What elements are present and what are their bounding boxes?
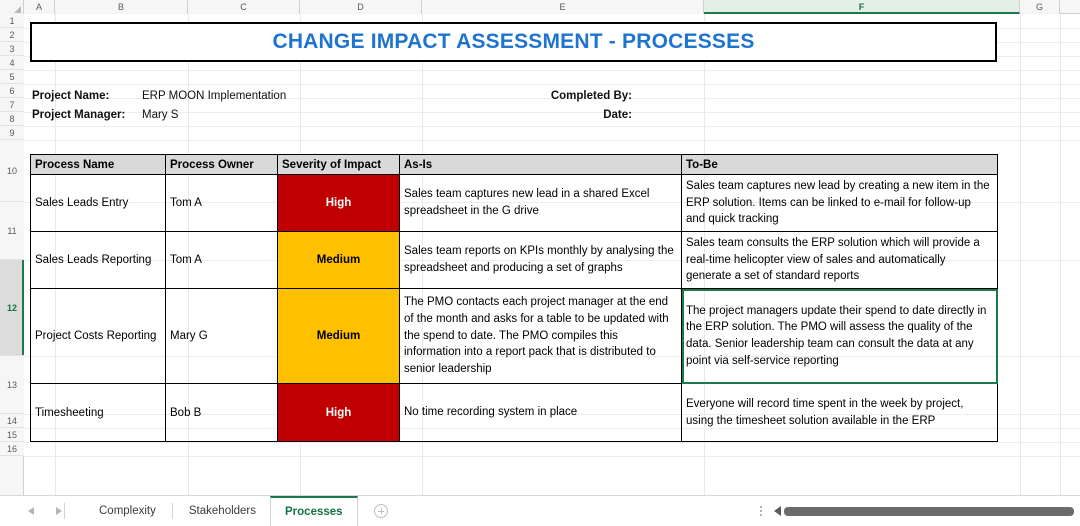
row-header-strip: 1 2 3 4 5 6 7 8 9 10 11 12 13 14 15 16 xyxy=(0,14,24,495)
cell-to-be[interactable]: The project managers update their spend … xyxy=(681,288,998,385)
column-header-f[interactable]: F xyxy=(704,0,1020,14)
table-row: Sales Leads Reporting Tom A Medium Sales te… xyxy=(30,231,998,290)
sheet-tab-bar: Complexity Stakeholders Processes xyxy=(0,495,1080,526)
table-row: Project Costs Reporting Mary G Medium The P… xyxy=(30,288,998,385)
cell-to-be[interactable]: Sales team captures new lead by creating… xyxy=(681,173,998,233)
grid-hline xyxy=(24,456,1080,457)
title-banner[interactable]: CHANGE IMPACT ASSESSMENT - PROCESSES xyxy=(30,22,997,62)
grid-hline xyxy=(24,140,1080,141)
more-options-icon[interactable] xyxy=(760,506,762,516)
cell-process-name[interactable]: Project Costs Reporting xyxy=(30,288,166,385)
right-arrow-icon[interactable] xyxy=(56,507,62,515)
cell-severity[interactable]: High xyxy=(277,383,400,443)
sheet-tab-complexity[interactable]: Complexity xyxy=(85,496,170,526)
grid-hline xyxy=(24,442,1080,443)
project-manager-row: Project Manager: Mary S Date: xyxy=(32,109,1032,128)
cell-as-is[interactable]: The PMO contacts each project manager at… xyxy=(399,288,682,385)
project-name-label: Project Name: xyxy=(32,90,110,102)
select-all-triangle-icon xyxy=(14,6,21,13)
scroll-left-arrow-icon[interactable] xyxy=(774,506,781,516)
page-title: CHANGE IMPACT ASSESSMENT - PROCESSES xyxy=(272,30,755,53)
row-header-1[interactable]: 1 xyxy=(0,14,24,28)
cell-severity[interactable]: High xyxy=(277,173,400,233)
row-header-6[interactable]: 6 xyxy=(0,84,24,98)
project-name-value[interactable]: ERP MOON Implementation xyxy=(142,90,472,102)
cell-as-is[interactable]: Sales team captures new lead in a shared… xyxy=(399,173,682,233)
header-process-name[interactable]: Process Name xyxy=(30,154,166,175)
grid-vline xyxy=(1020,14,1021,495)
row-header-7[interactable]: 7 xyxy=(0,98,24,112)
row-header-10[interactable]: 10 xyxy=(0,140,24,202)
hscroll-track[interactable] xyxy=(784,506,1074,516)
row-header-5[interactable]: 5 xyxy=(0,70,24,84)
bottom-right-controls xyxy=(760,506,1080,516)
column-header-c[interactable]: C xyxy=(188,0,300,14)
row-header-11[interactable]: 11 xyxy=(0,202,24,260)
column-header-g[interactable]: G xyxy=(1020,0,1060,14)
row-header-3[interactable]: 3 xyxy=(0,42,24,56)
cell-process-name[interactable]: Timesheeting xyxy=(30,383,166,443)
left-arrow-icon[interactable] xyxy=(28,507,34,515)
project-manager-label: Project Manager: xyxy=(32,109,126,121)
sheet-tab-processes[interactable]: Processes xyxy=(270,495,358,526)
cell-to-be[interactable]: Everyone will record time spent in the w… xyxy=(681,383,998,443)
column-header-a[interactable]: A xyxy=(24,0,55,14)
row-header-12[interactable]: 12 xyxy=(0,260,24,356)
project-name-row: Project Name: ERP MOON Implementation Co… xyxy=(32,90,1032,109)
sheet-tabs: Complexity Stakeholders Processes xyxy=(85,495,358,526)
cell-process-name[interactable]: Sales Leads Reporting xyxy=(30,231,166,290)
horizontal-scrollbar[interactable] xyxy=(774,506,1074,516)
cell-process-name[interactable]: Sales Leads Entry xyxy=(30,173,166,233)
hscroll-thumb[interactable] xyxy=(784,506,1074,516)
grid-hline xyxy=(24,84,1080,85)
plus-circle-icon xyxy=(373,504,388,518)
cell-as-is[interactable]: Sales team reports on KPIs monthly by an… xyxy=(399,231,682,290)
cell-severity[interactable]: Medium xyxy=(277,231,400,290)
cell-as-is[interactable]: No time recording system in place xyxy=(399,383,682,443)
cell-process-owner[interactable]: Mary G xyxy=(165,288,278,385)
column-header-e[interactable]: E xyxy=(422,0,704,14)
row-header-9[interactable]: 9 xyxy=(0,126,24,140)
row-header-2[interactable]: 2 xyxy=(0,28,24,42)
table-row: Sales Leads Entry Tom A High Sales team cap… xyxy=(30,173,998,233)
row-header-8[interactable]: 8 xyxy=(0,112,24,126)
table-header-row: Process Name Process Owner Severity of I… xyxy=(30,154,998,175)
tab-divider xyxy=(171,503,173,519)
project-manager-value[interactable]: Mary S xyxy=(142,109,472,121)
tab-divider xyxy=(64,503,65,519)
table-row: Timesheeting Bob B High No time recording s… xyxy=(30,383,998,443)
impact-assessment-table: Process Name Process Owner Severity of I… xyxy=(30,154,998,443)
cell-to-be[interactable]: Sales team consults the ERP solution whi… xyxy=(681,231,998,290)
cell-process-owner[interactable]: Tom A xyxy=(165,173,278,233)
header-to-be[interactable]: To-Be xyxy=(681,154,998,175)
header-as-is[interactable]: As-Is xyxy=(399,154,682,175)
row-header-13[interactable]: 13 xyxy=(0,356,24,414)
completed-by-label: Completed By: xyxy=(550,90,632,102)
add-sheet-button[interactable] xyxy=(358,504,404,518)
spreadsheet-window: ABCDEFG 1 2 3 4 5 6 7 8 9 10 11 12 13 14 15 16 CHANGE I… xyxy=(0,0,1080,526)
column-header-b[interactable]: B xyxy=(55,0,188,14)
cell-process-owner[interactable]: Bob B xyxy=(165,383,278,443)
column-header-strip: ABCDEFG xyxy=(0,0,1080,14)
sheet-tab-stakeholders[interactable]: Stakeholders xyxy=(175,496,270,526)
cell-severity[interactable]: Medium xyxy=(277,288,400,385)
row-header-16[interactable]: 16 xyxy=(0,442,24,456)
row-header-4[interactable]: 4 xyxy=(0,56,24,70)
project-info-block: Project Name: ERP MOON Implementation Co… xyxy=(32,90,1032,128)
cell-process-owner[interactable]: Tom A xyxy=(165,231,278,290)
date-label: Date: xyxy=(603,109,632,121)
header-severity[interactable]: Severity of Impact xyxy=(277,154,400,175)
row-header-15[interactable]: 15 xyxy=(0,428,24,442)
sheet-nav-arrows xyxy=(28,507,62,515)
grid-vline xyxy=(1060,14,1061,495)
grid-hline xyxy=(24,70,1080,71)
row-header-14[interactable]: 14 xyxy=(0,414,24,428)
select-all-corner[interactable] xyxy=(0,0,24,14)
column-header-d[interactable]: D xyxy=(300,0,422,14)
header-process-owner[interactable]: Process Owner xyxy=(165,154,278,175)
